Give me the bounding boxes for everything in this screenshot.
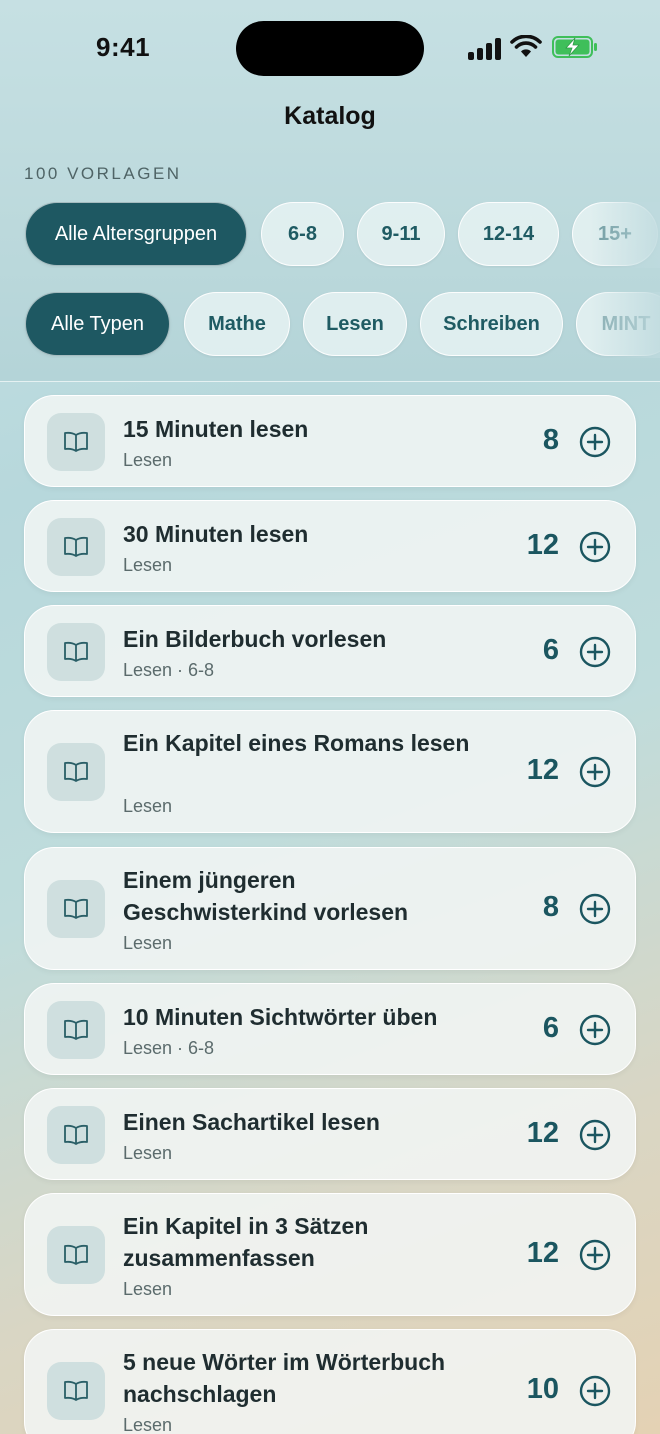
template-title: Ein Kapitel eines Romans lesen [123, 730, 470, 756]
template-card[interactable]: Ein Bilderbuch vorlesen Lesen · 6-8 6 [24, 605, 636, 697]
template-card[interactable]: 5 neue Wörter im Wörterbuch nachschlagen… [24, 1329, 636, 1434]
template-card[interactable]: Ein Kapitel in 3 Sätzen zusammenfassen L… [24, 1193, 636, 1316]
template-icon-box [47, 743, 105, 801]
template-title: Einem jüngeren Geschwisterkind vorlesen [123, 867, 409, 925]
add-circle-icon[interactable] [579, 531, 611, 563]
add-circle-icon[interactable] [579, 426, 611, 458]
add-circle-icon[interactable] [579, 636, 611, 668]
dynamic-island [236, 21, 424, 76]
template-card[interactable]: Ein Kapitel eines Romans lesen Lesen 12 [24, 710, 636, 833]
template-card[interactable]: 30 Minuten lesen Lesen 12 [24, 500, 636, 592]
template-card[interactable]: 15 Minuten lesen Lesen 8 [24, 395, 636, 487]
add-circle-icon[interactable] [579, 756, 611, 788]
type-filter-row: Alle Typen Mathe Lesen Schreiben MINT [0, 292, 660, 358]
template-title: Einen Sachartikel lesen [123, 1109, 380, 1135]
template-card[interactable]: 10 Minuten Sichtwörter üben Lesen · 6-8 … [24, 983, 636, 1075]
template-icon-box [47, 1106, 105, 1164]
add-circle-icon[interactable] [579, 1239, 611, 1271]
age-filter-15-plus[interactable]: 15+ [572, 202, 658, 266]
age-filter-6-8[interactable]: 6-8 [261, 202, 344, 266]
add-circle-icon[interactable] [579, 1119, 611, 1151]
age-filter-all[interactable]: Alle Altersgruppen [25, 202, 247, 266]
template-icon-box [47, 1362, 105, 1420]
age-filter-12-14[interactable]: 12-14 [458, 202, 559, 266]
template-subtitle: Lesen [123, 933, 173, 953]
book-icon [64, 431, 88, 452]
template-subtitle: Lesen [123, 450, 173, 470]
template-title: 30 Minuten lesen [123, 521, 309, 547]
template-points: 12 [526, 754, 559, 786]
template-subtitle: Lesen [123, 1415, 173, 1434]
template-points: 12 [526, 1117, 559, 1149]
template-icon-box [47, 1001, 105, 1059]
template-icon-box [47, 880, 105, 938]
template-subtitle: Lesen [123, 1279, 173, 1299]
template-card[interactable]: Einem jüngeren Geschwisterkind vorlesen … [24, 847, 636, 970]
add-circle-icon[interactable] [579, 893, 611, 925]
template-points: 10 [526, 1373, 559, 1405]
status-bar: 9:41 [0, 0, 660, 96]
age-filter-row: Alle Altersgruppen 6-8 9-11 12-14 15+ [0, 202, 660, 268]
template-subtitle: Lesen · 6-8 [123, 660, 215, 680]
add-circle-icon[interactable] [579, 1014, 611, 1046]
template-card[interactable]: Einen Sachartikel lesen Lesen 12 [24, 1088, 636, 1180]
book-icon [64, 1124, 88, 1145]
battery-charging-icon [552, 36, 597, 58]
template-title: Ein Bilderbuch vorlesen [123, 626, 387, 652]
type-filter-mint[interactable]: MINT [576, 292, 660, 356]
template-title: 5 neue Wörter im Wörterbuch nachschlagen [123, 1349, 446, 1407]
book-icon [64, 536, 88, 557]
template-subtitle: Lesen · 6-8 [123, 1038, 215, 1058]
template-subtitle: Lesen [123, 1143, 173, 1163]
template-icon-box [47, 1226, 105, 1284]
template-points: 8 [542, 891, 559, 923]
template-icon-box [47, 518, 105, 576]
template-points: 8 [542, 424, 559, 456]
book-icon [64, 1019, 88, 1040]
template-count-label: 100 VORLAGEN [24, 164, 182, 183]
add-circle-icon[interactable] [579, 1375, 611, 1407]
template-icon-box [47, 623, 105, 681]
book-icon [64, 898, 88, 919]
status-time: 9:41 [96, 32, 151, 62]
template-points: 6 [542, 634, 559, 666]
template-points: 6 [542, 1012, 559, 1044]
book-icon [64, 1244, 88, 1265]
book-icon [64, 641, 88, 662]
type-filter-schreiben[interactable]: Schreiben [420, 292, 563, 356]
cellular-signal-icon [468, 38, 502, 60]
book-icon [64, 761, 88, 782]
template-title: Ein Kapitel in 3 Sätzen zusammenfassen [123, 1213, 369, 1271]
template-title: 10 Minuten Sichtwörter üben [123, 1004, 438, 1030]
wifi-icon [510, 35, 542, 57]
template-title: 15 Minuten lesen [123, 416, 309, 442]
type-filter-all[interactable]: Alle Typen [25, 292, 170, 356]
template-icon-box [47, 413, 105, 471]
type-filter-lesen[interactable]: Lesen [303, 292, 407, 356]
age-filter-9-11[interactable]: 9-11 [357, 202, 445, 266]
page-title: Katalog [284, 102, 376, 130]
template-points: 12 [526, 529, 559, 561]
book-icon [64, 1380, 88, 1401]
type-filter-mathe[interactable]: Mathe [184, 292, 290, 356]
template-subtitle: Lesen [123, 555, 173, 575]
template-points: 12 [526, 1237, 559, 1269]
template-subtitle: Lesen [123, 796, 173, 816]
